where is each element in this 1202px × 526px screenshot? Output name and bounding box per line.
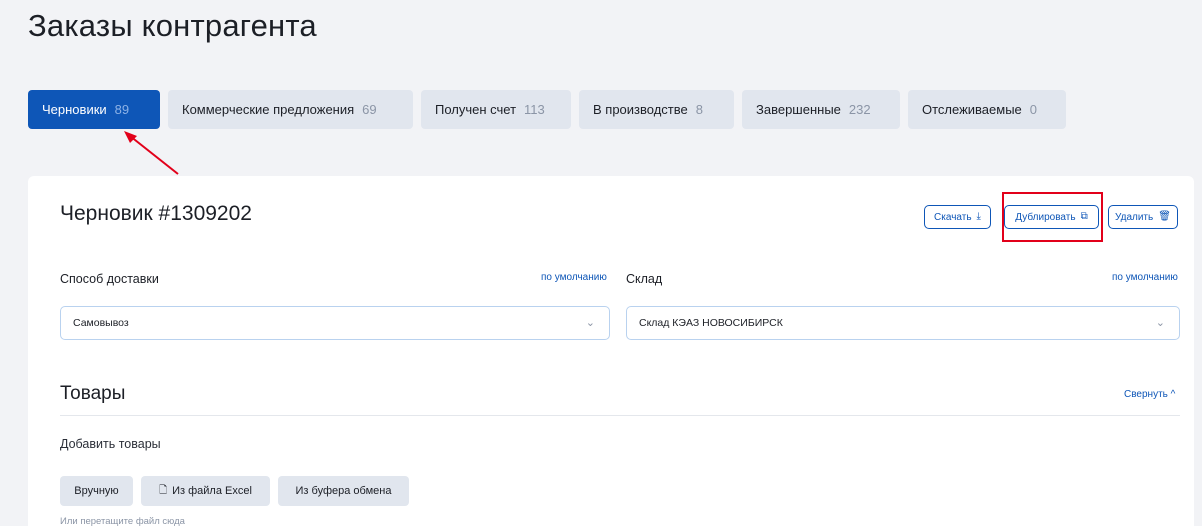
tab-count: 8 — [695, 102, 703, 117]
download-icon: ⤓ — [976, 211, 981, 222]
tab-commercial-offers[interactable]: Коммерческие предложения 69 — [168, 90, 413, 129]
tab-drafts[interactable]: Черновики 89 — [28, 90, 160, 129]
tab-label: В производстве — [593, 102, 688, 117]
warehouse-label: Склад — [626, 272, 663, 286]
tab-count: 0 — [1029, 102, 1038, 117]
tab-count: 69 — [362, 102, 377, 117]
tab-tracked[interactable]: Отслеживаемые 0 — [908, 90, 1066, 129]
tab-label: Отслеживаемые — [922, 102, 1022, 117]
file-icon: 🗋 — [159, 485, 168, 496]
delivery-label: Способ доставки — [60, 272, 159, 286]
delivery-default-link[interactable]: по умолчанию — [541, 272, 607, 283]
annotation-highlight-box — [1002, 192, 1103, 242]
delivery-method-select[interactable]: Самовывоз ⌄ — [60, 306, 610, 340]
tab-in-production[interactable]: В производстве 8 — [579, 90, 734, 129]
download-button[interactable]: Скачать ⤓ — [924, 205, 991, 229]
tab-count: 232 — [848, 102, 871, 117]
tab-count: 89 — [114, 102, 130, 117]
tab-label: Получен счет — [435, 102, 517, 117]
delivery-value: Самовывоз — [73, 317, 129, 329]
draft-card: Черновик #1309202 Скачать ⤓ Дублировать … — [28, 176, 1194, 526]
warehouse-value: Склад КЭАЗ НОВОСИБИРСК — [639, 317, 783, 329]
section-divider — [60, 415, 1180, 416]
page-title: Заказы контрагента — [28, 8, 317, 43]
warehouse-select[interactable]: Склад КЭАЗ НОВОСИБИРСК ⌄ — [626, 306, 1180, 340]
chevron-down-icon: ⌄ — [1155, 317, 1165, 329]
add-clipboard-label: Из буфера обмена — [295, 485, 392, 497]
tab-label: Завершенные — [756, 102, 841, 117]
trash-icon: 🗑 — [1158, 211, 1171, 222]
warehouse-default-link[interactable]: по умолчанию — [1112, 272, 1178, 283]
tab-completed[interactable]: Завершенные 232 — [742, 90, 900, 129]
tab-count: 113 — [524, 102, 545, 117]
collapse-button[interactable]: Свернуть ^ — [1124, 389, 1175, 400]
add-manual-button[interactable]: Вручную — [60, 476, 133, 506]
goods-section-title: Товары — [60, 383, 126, 404]
chevron-up-icon: ^ — [1170, 389, 1176, 400]
collapse-label: Свернуть — [1124, 389, 1168, 400]
delete-button[interactable]: Удалить 🗑 — [1108, 205, 1178, 229]
file-drop-hint[interactable]: Или перетащите файл сюда — [60, 516, 185, 526]
add-manual-label: Вручную — [74, 485, 119, 497]
add-from-clipboard-button[interactable]: Из буфера обмена — [278, 476, 409, 506]
draft-title: Черновик #1309202 — [60, 202, 252, 225]
add-excel-label: Из файла Excel — [172, 485, 252, 497]
order-status-tabs: Черновики 89 Коммерческие предложения 69… — [28, 90, 1066, 129]
add-goods-label: Добавить товары — [60, 437, 161, 451]
add-from-excel-button[interactable]: 🗋 Из файла Excel — [141, 476, 270, 506]
tab-label: Черновики — [42, 102, 107, 117]
download-label: Скачать — [934, 211, 972, 223]
chevron-down-icon: ⌄ — [585, 317, 595, 329]
tab-label: Коммерческие предложения — [182, 102, 355, 117]
delete-label: Удалить — [1115, 211, 1154, 223]
tab-invoice-received[interactable]: Получен счет 113 — [421, 90, 571, 129]
annotation-arrow — [124, 131, 179, 175]
